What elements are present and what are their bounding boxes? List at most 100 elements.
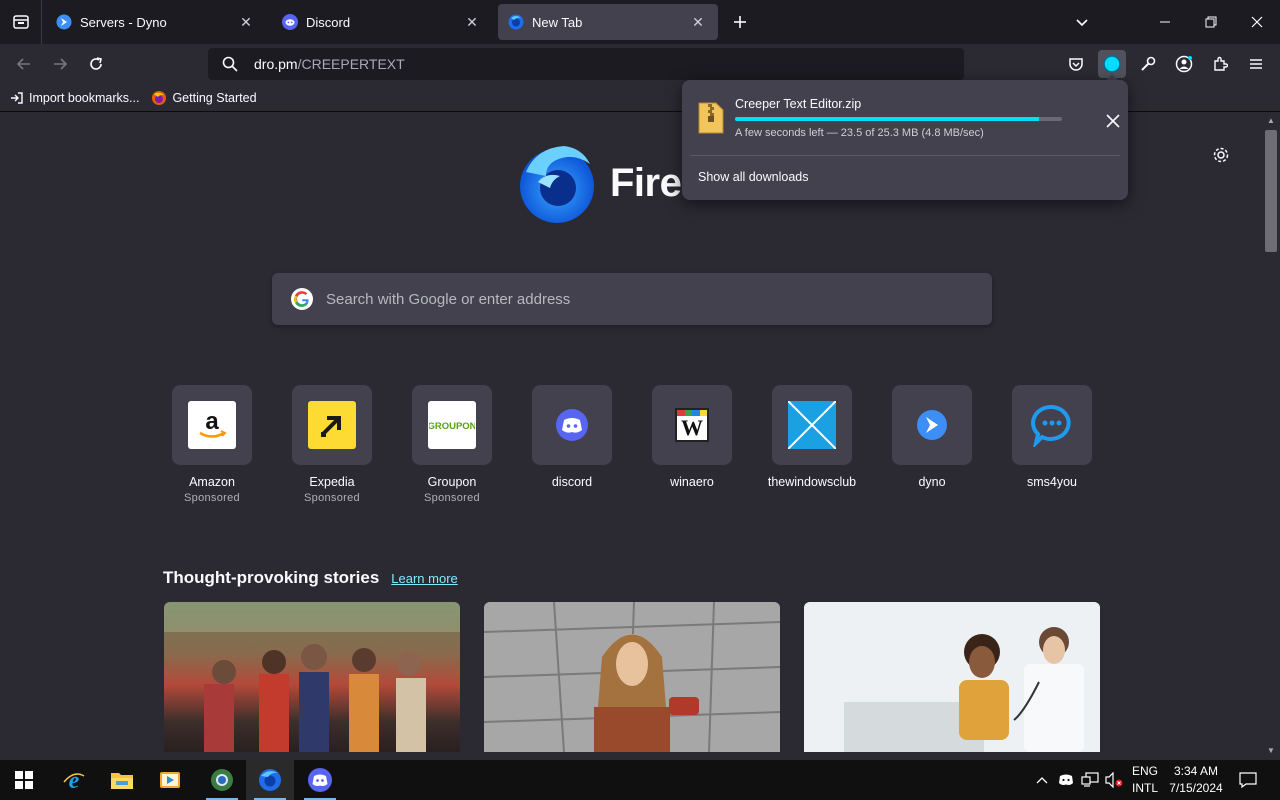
top-site-label: Amazon [189, 475, 235, 489]
close-window-button[interactable] [1234, 0, 1280, 44]
top-site-groupon[interactable]: GROUPON Groupon Sponsored [392, 385, 512, 504]
taskbar-chrome-app[interactable] [198, 760, 246, 800]
top-site-tile [772, 385, 852, 465]
input-language-indicator[interactable]: ENG INTL [1128, 763, 1162, 797]
show-all-downloads-link[interactable]: Show all downloads [698, 170, 809, 184]
taskbar-media-player[interactable] [146, 760, 194, 800]
close-tab-icon[interactable]: ✕ [236, 12, 256, 32]
reload-button[interactable] [82, 50, 110, 78]
download-progress-icon [1103, 55, 1121, 73]
scroll-thumb[interactable] [1265, 130, 1277, 252]
top-site-dyno[interactable]: dyno [872, 385, 992, 504]
taskbar-firefox[interactable] [246, 760, 294, 800]
top-site-winaero[interactable]: W winaero [632, 385, 752, 504]
bookmark-label: Getting Started [172, 90, 257, 105]
stories-header: Thought-provoking stories Learn more [163, 568, 458, 588]
taskbar-discord[interactable] [296, 760, 344, 800]
folder-icon [111, 773, 133, 789]
start-button[interactable] [0, 760, 48, 800]
tab-new-tab[interactable]: New Tab ✕ [498, 4, 718, 40]
zip-file-icon [698, 102, 724, 134]
minimize-button[interactable] [1142, 0, 1188, 44]
downloads-panel: Creeper Text Editor.zip A few seconds le… [682, 80, 1128, 200]
pocket-button[interactable] [1062, 50, 1090, 78]
story-card-image[interactable] [484, 602, 780, 752]
story-photo [484, 602, 780, 752]
tab-discord[interactable]: Discord ✕ [272, 4, 492, 40]
svg-text:a: a [205, 408, 219, 435]
google-icon [291, 288, 313, 310]
restore-button[interactable] [1188, 0, 1234, 44]
top-site-label: thewindowsclub [767, 475, 857, 489]
new-tab-button[interactable] [728, 10, 752, 34]
firefox-view-button[interactable] [0, 0, 42, 44]
story-card-image[interactable] [164, 602, 460, 752]
top-site-amazon[interactable]: a Amazon Sponsored [152, 385, 272, 504]
back-button[interactable] [10, 50, 38, 78]
top-site-tile [1012, 385, 1092, 465]
url-path: /CREEPERTEXT [297, 56, 405, 72]
search-placeholder: Search with Google or enter address [326, 290, 571, 308]
top-site-label: winaero [670, 475, 714, 489]
sponsored-label: Sponsored [304, 492, 360, 504]
tray-discord-icon[interactable] [1056, 770, 1076, 790]
firefox-logo: Fire [516, 142, 682, 224]
top-site-tile [892, 385, 972, 465]
thewindowsclub-icon [788, 401, 836, 449]
plus-icon [734, 16, 746, 28]
svg-text:W: W [681, 416, 703, 438]
list-all-tabs-button[interactable] [1070, 10, 1094, 34]
learn-more-link[interactable]: Learn more [391, 571, 457, 586]
account-button[interactable] [1170, 50, 1198, 78]
keyboard-layout: INTL [1131, 781, 1158, 795]
close-tab-icon[interactable]: ✕ [688, 12, 708, 32]
expedia-icon [308, 401, 356, 449]
divider [690, 155, 1120, 156]
top-site-tile: GROUPON [412, 385, 492, 465]
download-progress-bar [735, 117, 1062, 121]
taskbar-internet-explorer[interactable]: e [50, 760, 98, 800]
close-tab-icon[interactable]: ✕ [462, 12, 482, 32]
address-bar[interactable]: dro.pm/CREEPERTEXT [208, 48, 964, 80]
volume-muted-icon[interactable] [1104, 770, 1124, 790]
tab-title: New Tab [532, 14, 583, 30]
taskbar-file-explorer[interactable] [98, 760, 146, 800]
scroll-up-arrow-icon[interactable]: ▲ [1266, 116, 1276, 126]
hamburger-menu-icon [1250, 59, 1262, 69]
forward-button[interactable] [46, 50, 74, 78]
clock[interactable]: 3:34 AM 7/15/2024 [1164, 763, 1228, 797]
firefox-icon [151, 90, 167, 106]
tab-title: Discord [306, 14, 351, 30]
top-site-thewindowsclub[interactable]: thewindowsclub [752, 385, 872, 504]
new-tab-page: Fire Search with Google or enter address… [0, 112, 1262, 760]
action-center-icon[interactable] [1238, 770, 1258, 790]
personalize-settings-button[interactable] [1210, 144, 1232, 166]
stories-title: Thought-provoking stories [163, 568, 380, 587]
top-site-expedia[interactable]: Expedia Sponsored [272, 385, 392, 504]
account-icon [1175, 55, 1193, 73]
dyno-icon [56, 14, 72, 30]
search-box[interactable]: Search with Google or enter address [272, 273, 992, 325]
cancel-download-button[interactable] [1102, 110, 1124, 132]
language-code: ENG [1131, 764, 1158, 778]
tab-servers-dyno[interactable]: Servers - Dyno ✕ [46, 4, 266, 40]
network-icon[interactable] [1080, 770, 1100, 790]
winaero-icon: W [675, 408, 709, 442]
puzzle-icon [1214, 56, 1228, 71]
bookmark-getting-started[interactable]: Getting Started [151, 90, 257, 106]
top-site-discord[interactable]: discord [512, 385, 632, 504]
download-item[interactable]: Creeper Text Editor.zip A few seconds le… [696, 92, 1120, 150]
scroll-down-arrow-icon[interactable]: ▼ [1266, 746, 1276, 756]
tab-title: Servers - Dyno [80, 14, 167, 30]
top-site-sms4you[interactable]: sms4you [992, 385, 1112, 504]
extensions-button[interactable] [1206, 50, 1234, 78]
app-menu-button[interactable] [1242, 50, 1270, 78]
story-card-image[interactable] [804, 602, 1100, 752]
top-site-label: dyno [918, 475, 946, 489]
show-hidden-icons-chevron-up-icon[interactable] [1032, 770, 1052, 790]
bookmark-import[interactable]: Import bookmarks... [10, 91, 139, 105]
bookmark-label: Import bookmarks... [29, 90, 140, 105]
forward-arrow-icon [54, 58, 68, 70]
developer-tools-button[interactable] [1134, 50, 1162, 78]
page-scrollbar[interactable]: ▲ ▼ [1262, 112, 1280, 760]
